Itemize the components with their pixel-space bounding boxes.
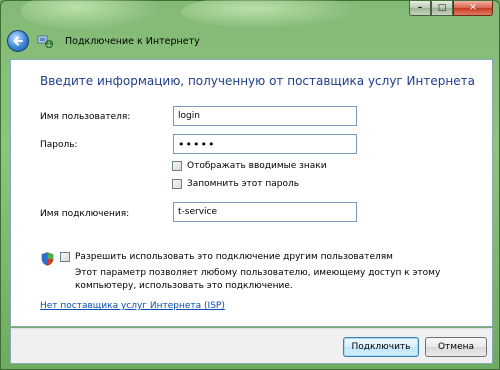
- allow-others-checkbox[interactable]: [60, 252, 70, 262]
- show-chars-label: Отображать вводимые знаки: [187, 161, 327, 171]
- username-label: Имя пользователя:: [40, 112, 131, 122]
- content-panel: Введите информацию, полученную от постав…: [10, 59, 493, 327]
- page-heading: Введите информацию, полученную от постав…: [40, 74, 475, 88]
- minimize-button[interactable]: –: [409, 1, 431, 16]
- no-isp-link[interactable]: Нет поставщика услуг Интернета (ISP): [40, 301, 225, 311]
- connection-name-label: Имя подключения:: [40, 209, 130, 219]
- button-bar: Подключить Отмена: [10, 328, 493, 364]
- connect-button[interactable]: Подключить: [343, 337, 419, 357]
- cancel-button[interactable]: Отмена: [425, 337, 487, 357]
- maximize-button[interactable]: □: [431, 1, 453, 16]
- remember-password-label: Запомнить этот пароль: [187, 179, 300, 189]
- glass-decoration: [181, 0, 361, 29]
- remember-password-checkbox-row[interactable]: Запомнить этот пароль: [172, 179, 299, 189]
- navigation-bar: Подключение к Интернету: [7, 27, 497, 55]
- dialog-window: – □ ✕ Подключение к Интернету Введите ин…: [0, 0, 500, 370]
- remember-password-checkbox[interactable]: [172, 179, 182, 189]
- allow-others-description: Этот параметр позволяет любому пользоват…: [75, 268, 441, 291]
- password-input[interactable]: •••••: [173, 134, 357, 154]
- security-shield-icon: [41, 252, 54, 266]
- allow-others-label: Разрешить использовать это подключение д…: [75, 252, 393, 262]
- network-connection-icon: [37, 33, 53, 49]
- show-chars-checkbox[interactable]: [172, 161, 182, 171]
- username-input[interactable]: login: [173, 106, 357, 126]
- window-title: Подключение к Интернету: [65, 35, 200, 47]
- connection-name-input[interactable]: t-service: [173, 202, 357, 222]
- password-label: Пароль:: [40, 140, 78, 150]
- back-arrow-icon[interactable]: [7, 30, 29, 52]
- show-chars-checkbox-row[interactable]: Отображать вводимые знаки: [172, 161, 327, 171]
- allow-others-checkbox-row[interactable]: Разрешить использовать это подключение д…: [60, 252, 393, 262]
- close-button[interactable]: ✕: [453, 1, 493, 16]
- caption-buttons: – □ ✕: [409, 1, 493, 16]
